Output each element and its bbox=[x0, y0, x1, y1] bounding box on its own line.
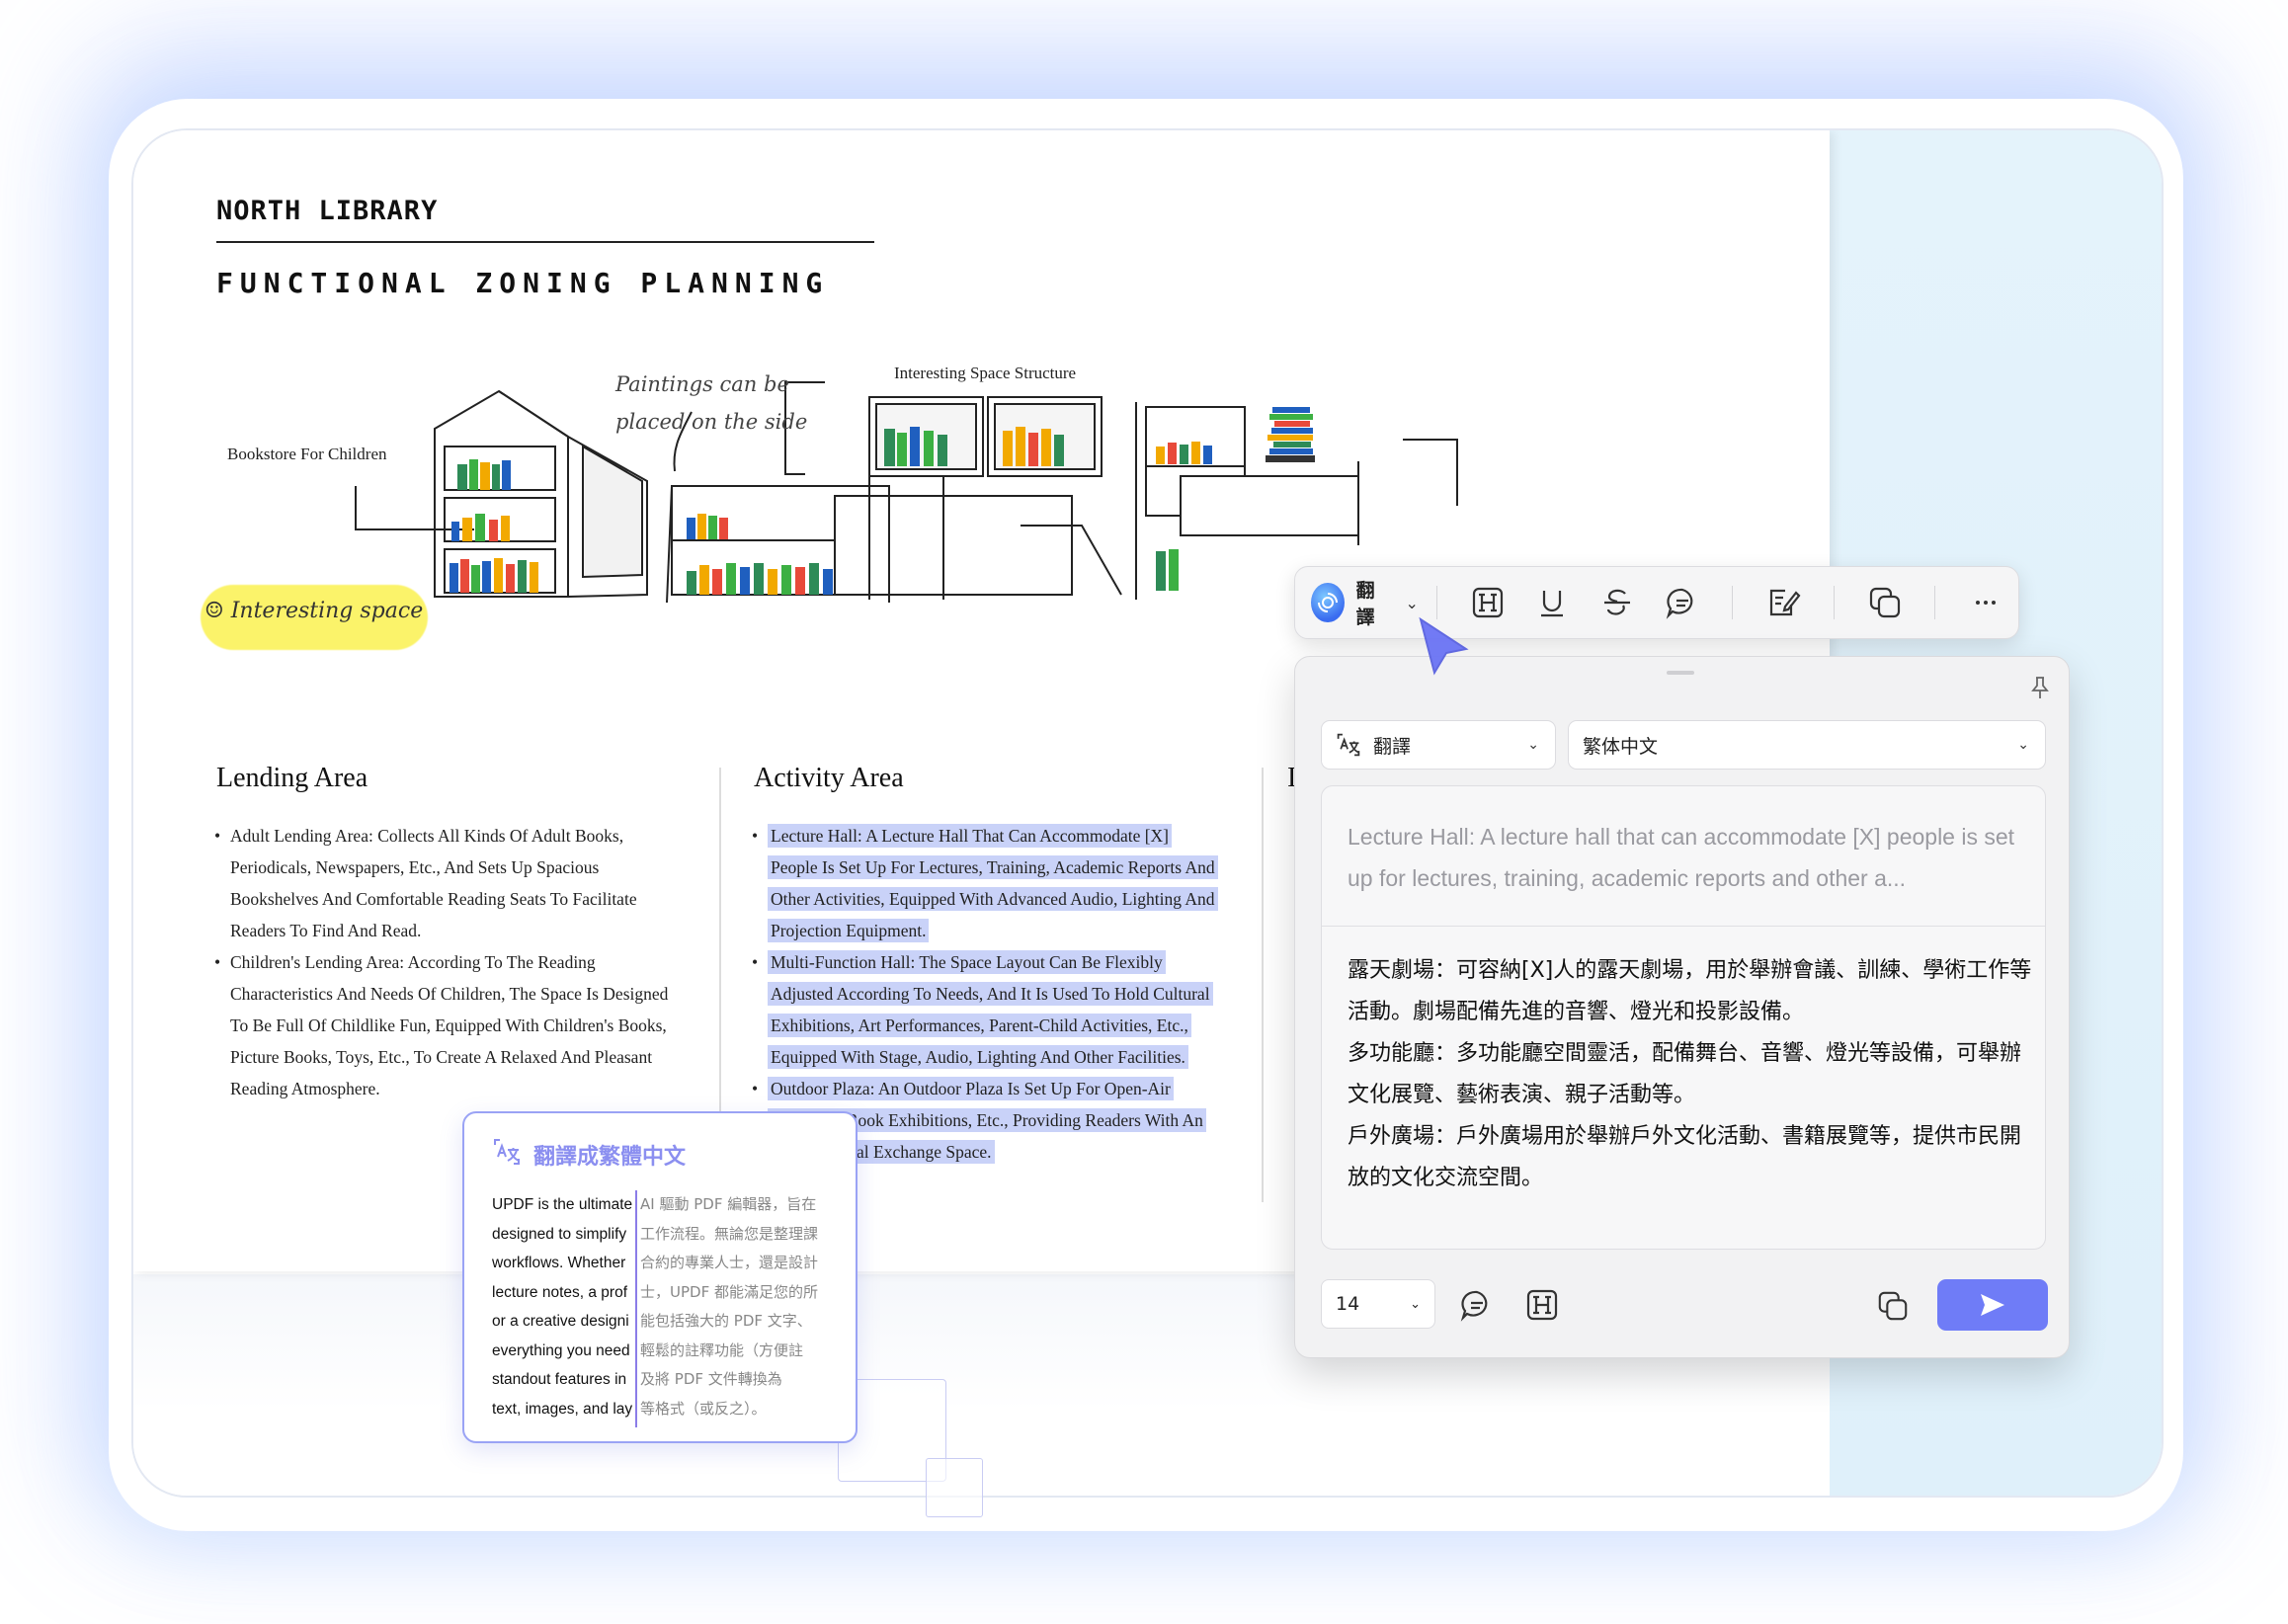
comment-icon[interactable] bbox=[1459, 1287, 1495, 1327]
label-bookstore: Bookstore For Children bbox=[227, 445, 387, 463]
list-item[interactable]: Multi-Function Hall: The Space Layout Ca… bbox=[752, 946, 1216, 1073]
divider bbox=[1322, 926, 2045, 927]
card-chinese-text: AI 驅動 PDF 編輯器，旨在 工作流程。無論您是整理課 合約的專業人士，還是… bbox=[640, 1195, 819, 1418]
card-title: 翻譯成繁體中文 bbox=[533, 1145, 687, 1170]
list-item[interactable]: Lecture Hall: A Lecture Hall That Can Ac… bbox=[752, 820, 1218, 946]
drag-handle[interactable] bbox=[1667, 671, 1694, 675]
toolbar-separator bbox=[1732, 586, 1734, 619]
title-rule bbox=[216, 241, 874, 243]
mode-select[interactable]: 翻譯 ⌄ bbox=[1321, 720, 1556, 770]
card-english-text: UPDF is the ultimate designed to simplif… bbox=[492, 1196, 633, 1418]
note-icon[interactable] bbox=[1761, 577, 1805, 628]
activity-heading: Activity Area bbox=[754, 763, 904, 793]
copy-icon[interactable] bbox=[1863, 577, 1907, 628]
comment-icon[interactable] bbox=[1661, 577, 1704, 628]
label-paintings-line2: placed on the side bbox=[615, 410, 808, 434]
mouse-cursor-icon bbox=[1419, 616, 1469, 676]
label-paintings-line1: Paintings can be bbox=[615, 372, 789, 396]
more-icon[interactable] bbox=[1964, 577, 2007, 628]
heading-icon[interactable] bbox=[1524, 1287, 1560, 1327]
label-interesting-space: ☺ Interesting space bbox=[204, 599, 424, 623]
text-cursor bbox=[635, 1190, 637, 1427]
document-title: NORTH LIBRARY bbox=[216, 196, 439, 226]
translate-panel: 翻譯 ⌄ 繁体中文 ⌄ Lecture Hall: A lecture hall… bbox=[1294, 656, 2070, 1358]
pin-icon[interactable] bbox=[2029, 675, 2051, 704]
smile-icon: ☺ bbox=[204, 599, 231, 623]
language-select-value: 繁体中文 bbox=[1583, 735, 1659, 758]
lending-heading: Lending Area bbox=[216, 763, 368, 793]
document-subtitle: FUNCTIONAL ZONING PLANNING bbox=[216, 267, 830, 299]
label-structure: Interesting Space Structure bbox=[894, 364, 1077, 382]
annotation-toolbar: 翻譯 ⌄ bbox=[1294, 566, 2019, 639]
toolbar-separator bbox=[1435, 586, 1437, 619]
send-button[interactable] bbox=[1937, 1279, 2048, 1331]
list-item: Children's Lending Area: According To Th… bbox=[214, 946, 671, 1104]
mode-select-value: 翻譯 bbox=[1373, 735, 1412, 758]
column-divider bbox=[1262, 768, 1264, 1202]
chevron-down-icon: ⌄ bbox=[1410, 1296, 1421, 1312]
lending-list: Adult Lending Area: Collects All Kinds O… bbox=[214, 820, 671, 1104]
font-size-select[interactable]: 14 ⌄ bbox=[1321, 1279, 1435, 1329]
toolbar-separator bbox=[1934, 586, 1936, 619]
ai-assistant-icon[interactable] bbox=[1311, 583, 1345, 622]
chevron-down-icon: ⌄ bbox=[1527, 737, 1539, 753]
translation-result[interactable]: 露天劇場：可容納[X]人的露天劇場，用於舉辦會議、訓練、學術工作等活動。劇場配備… bbox=[1348, 950, 2039, 1199]
toolbar-separator bbox=[1833, 586, 1835, 619]
translation-box: Lecture Hall: A lecture hall that can ac… bbox=[1321, 785, 2046, 1250]
source-text[interactable]: Lecture Hall: A lecture hall that can ac… bbox=[1348, 816, 2029, 899]
chevron-down-icon[interactable]: ⌄ bbox=[1406, 594, 1419, 612]
translate-icon bbox=[1337, 733, 1360, 757]
list-item: Adult Lending Area: Collects All Kinds O… bbox=[214, 820, 671, 946]
send-icon bbox=[1981, 1294, 2004, 1316]
strikethrough-icon[interactable] bbox=[1595, 577, 1639, 628]
language-select[interactable]: 繁体中文 ⌄ bbox=[1568, 720, 2046, 770]
font-size-value: 14 bbox=[1336, 1293, 1360, 1315]
translate-icon bbox=[494, 1139, 520, 1165]
decorative-square bbox=[926, 1458, 983, 1517]
translation-card[interactable]: 翻譯成繁體中文 UPDF is the ultimate designed to… bbox=[462, 1111, 858, 1443]
underline-icon[interactable] bbox=[1530, 577, 1574, 628]
copy-icon[interactable] bbox=[1876, 1289, 1910, 1327]
translate-menu-label[interactable]: 翻譯 bbox=[1356, 576, 1388, 629]
chevron-down-icon: ⌄ bbox=[2017, 737, 2029, 753]
